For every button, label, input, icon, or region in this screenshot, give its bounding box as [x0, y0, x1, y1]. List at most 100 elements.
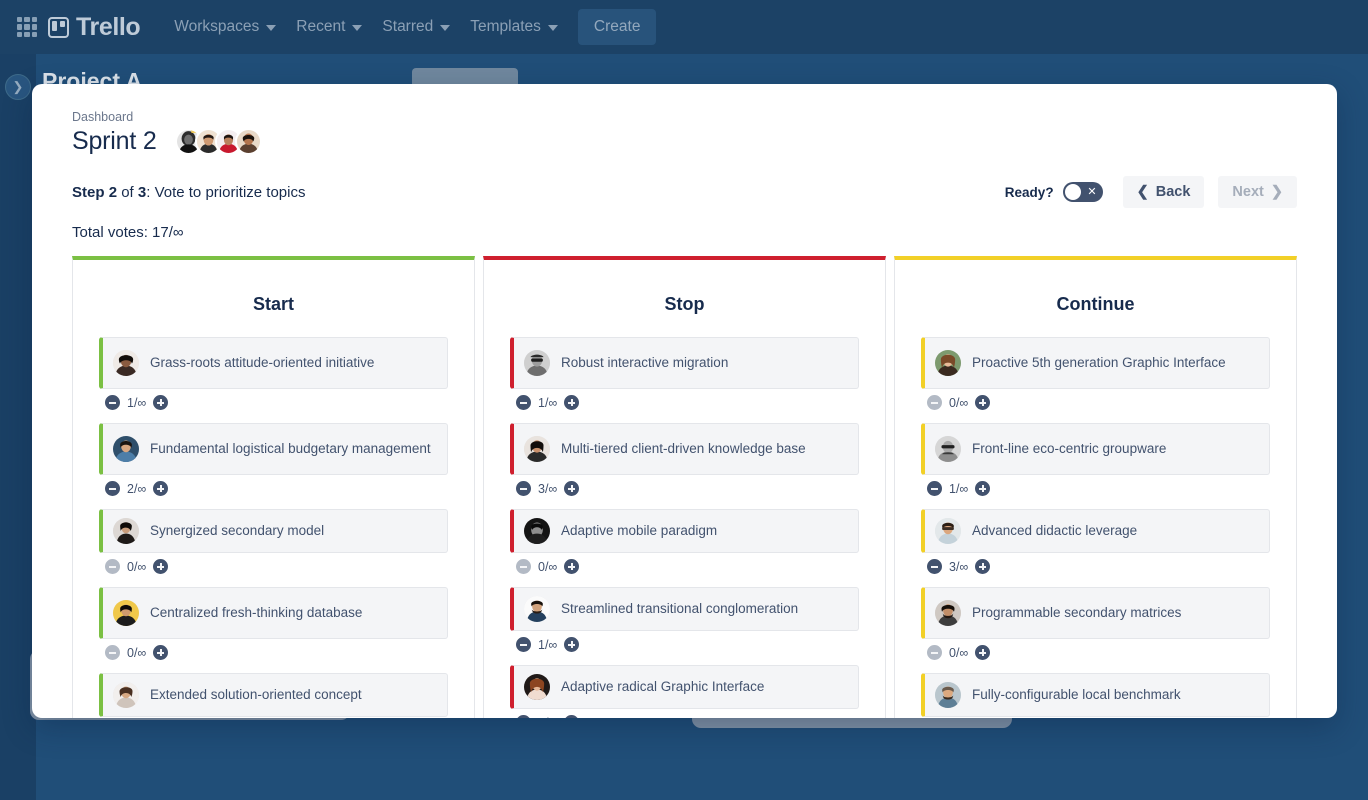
- topic-card[interactable]: Streamlined transitional conglomeration: [510, 587, 859, 631]
- total-votes: Total votes: 17/∞: [72, 224, 1297, 241]
- retrospective-modal: Dashboard Sprint 2 ♚ Step 2 of 3: Vote t…: [32, 84, 1337, 718]
- column-title-continue: Continue: [1056, 294, 1135, 314]
- topic-card[interactable]: Grass-roots attitude-oriented initiative: [99, 337, 448, 389]
- avatar: [524, 518, 550, 544]
- vote-plus-button[interactable]: [975, 559, 991, 574]
- topic-card[interactable]: Multi-tiered client-driven knowledge bas…: [510, 423, 859, 475]
- topic-text: Adaptive radical Graphic Interface: [561, 679, 765, 695]
- topic-text: Streamlined transitional conglomeration: [561, 601, 799, 617]
- topic-card[interactable]: Robust interactive migration: [510, 337, 859, 389]
- member-avatar-group: ♚: [174, 128, 262, 155]
- vote-minus-button[interactable]: [516, 637, 531, 652]
- vote-minus-button[interactable]: [927, 559, 942, 574]
- vote-minus-button[interactable]: [927, 481, 942, 496]
- topic-card[interactable]: Adaptive mobile paradigm: [510, 509, 859, 553]
- topic-card[interactable]: Advanced didactic leverage: [921, 509, 1270, 553]
- topic-item: Adaptive mobile paradigm 0/∞: [510, 509, 859, 574]
- step-total: 3: [137, 183, 147, 201]
- vote-control: 0/∞: [921, 639, 1270, 660]
- step-of: of: [121, 183, 134, 201]
- vote-minus-button[interactable]: [105, 481, 120, 496]
- vote-plus-button[interactable]: [975, 395, 991, 410]
- topic-text: Programmable secondary matrices: [972, 605, 1182, 621]
- topic-card[interactable]: Proactive 5th generation Graphic Interfa…: [921, 337, 1270, 389]
- topic-item: Front-line eco-centric groupware 1/∞: [921, 423, 1270, 496]
- topic-card[interactable]: Programmable secondary matrices: [921, 587, 1270, 639]
- vote-control: 1/∞: [921, 475, 1270, 496]
- vote-plus-button[interactable]: [153, 481, 169, 496]
- vote-count: 1/∞: [949, 481, 969, 496]
- topic-item: Streamlined transitional conglomeration …: [510, 587, 859, 652]
- avatar: [113, 436, 139, 462]
- vote-count: 0/∞: [127, 559, 147, 574]
- vote-plus-button[interactable]: [564, 715, 580, 718]
- vote-control: 0/∞: [921, 389, 1270, 410]
- vote-plus-button[interactable]: [564, 559, 580, 574]
- vote-control: 1/∞: [510, 631, 859, 652]
- vote-plus-button[interactable]: [975, 481, 991, 496]
- ready-label: Ready?: [1004, 184, 1054, 200]
- column-start: Start Grass-roots attitude-oriented init…: [72, 256, 475, 718]
- avatar-member-4[interactable]: [234, 128, 262, 155]
- topic-item: Programmable secondary matrices 0/∞: [921, 587, 1270, 660]
- column-title-stop: Stop: [664, 294, 705, 314]
- ready-toggle[interactable]: ✕: [1062, 182, 1103, 202]
- vote-control: 3/∞: [921, 553, 1270, 574]
- topic-item: Centralized fresh-thinking database 0/∞: [99, 587, 448, 660]
- chevron-left-icon: ❮: [1136, 184, 1149, 200]
- vote-control: 1/∞: [99, 389, 448, 410]
- ready-control: Ready? ✕: [1005, 182, 1103, 202]
- vote-count: 3/∞: [538, 716, 557, 719]
- vote-minus-button[interactable]: [516, 395, 531, 410]
- vote-count: 0/∞: [127, 645, 147, 660]
- topic-card[interactable]: Centralized fresh-thinking database: [99, 587, 448, 639]
- avatar: [113, 518, 139, 544]
- vote-minus-button[interactable]: [105, 395, 120, 410]
- vote-plus-button[interactable]: [564, 481, 580, 496]
- topic-text: Front-line eco-centric groupware: [972, 441, 1167, 457]
- vote-plus-button[interactable]: [153, 395, 169, 410]
- avatar: [113, 682, 139, 708]
- total-votes-value: 17/∞: [152, 224, 184, 241]
- topic-card[interactable]: Adaptive radical Graphic Interface: [510, 665, 859, 709]
- vote-plus-button[interactable]: [153, 559, 169, 574]
- vote-control: 0/∞: [99, 553, 448, 574]
- trello-app: Trello Workspaces Recent Starred Templat…: [0, 0, 1368, 800]
- topic-item: Advanced didactic leverage 3/∞: [921, 509, 1270, 574]
- total-votes-label: Total votes:: [72, 224, 148, 241]
- topic-text: Fully-configurable local benchmark: [972, 687, 1181, 703]
- vote-plus-button[interactable]: [564, 395, 580, 410]
- avatar: [524, 436, 550, 462]
- vote-plus-button[interactable]: [153, 645, 169, 660]
- topic-card[interactable]: Front-line eco-centric groupware: [921, 423, 1270, 475]
- vote-minus-button[interactable]: [516, 715, 531, 718]
- vote-plus-button[interactable]: [564, 637, 580, 652]
- avatar: [935, 682, 961, 708]
- topic-text: Synergized secondary model: [150, 523, 325, 539]
- vote-minus-button[interactable]: [516, 481, 531, 496]
- vote-plus-button[interactable]: [975, 645, 991, 660]
- topic-text: Adaptive mobile paradigm: [561, 523, 718, 539]
- topic-card[interactable]: Fully-configurable local benchmark: [921, 673, 1270, 717]
- topic-card[interactable]: Extended solution-oriented concept: [99, 673, 448, 717]
- vote-count: 1/∞: [127, 395, 147, 410]
- vote-control: 0/∞: [510, 553, 859, 574]
- back-button[interactable]: ❮ Back: [1122, 176, 1205, 208]
- crown-icon: ♚: [188, 128, 200, 136]
- chevron-right-icon: ❯: [1270, 184, 1283, 200]
- topic-card[interactable]: Fundamental logistical budgetary managem…: [99, 423, 448, 475]
- breadcrumb: Dashboard: [72, 110, 134, 124]
- column-stop: Stop Robust interactive migration 1/∞ Mu…: [483, 256, 886, 718]
- topic-card[interactable]: Synergized secondary model: [99, 509, 448, 553]
- vote-count: 2/∞: [127, 481, 147, 496]
- topic-item: Proactive 5th generation Graphic Interfa…: [921, 337, 1270, 410]
- topic-text: Centralized fresh-thinking database: [150, 605, 363, 621]
- vote-control: 3/∞: [510, 475, 859, 496]
- vote-minus-button: [516, 559, 531, 574]
- next-button[interactable]: Next ❯: [1218, 176, 1297, 208]
- vote-control: 1/∞: [921, 717, 1270, 718]
- topic-text: Robust interactive migration: [561, 355, 729, 371]
- column-continue: Continue Proactive 5th generation Graphi…: [894, 256, 1297, 718]
- topic-item: Synergized secondary model 0/∞: [99, 509, 448, 574]
- topic-item: Adaptive radical Graphic Interface 3/∞: [510, 665, 859, 718]
